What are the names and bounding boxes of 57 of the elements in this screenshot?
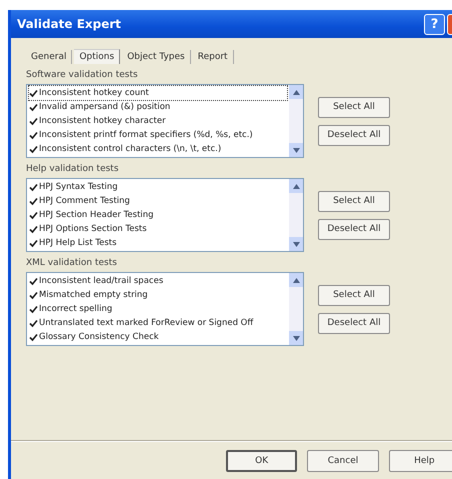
deselect-all-button[interactable]: Deselect All	[318, 312, 390, 334]
checkbox[interactable]	[29, 102, 38, 112]
item-label[interactable]: Inconsistent control characters (\n, \t, etc.)	[39, 144, 222, 154]
cancel-button[interactable]: Cancel	[307, 450, 379, 472]
select-all-button[interactable]: Select All	[318, 284, 390, 306]
tab[interactable]: General	[26, 50, 72, 64]
scrollbar[interactable]	[289, 85, 303, 157]
checkbox[interactable]	[29, 210, 38, 220]
scrollbar[interactable]	[289, 273, 303, 345]
group-label: XML validation tests	[26, 258, 118, 268]
select-all-button[interactable]: Select All	[318, 96, 390, 118]
item-label[interactable]: HPJ Help List Tests	[39, 238, 117, 248]
group-label: Software validation tests	[26, 70, 139, 80]
tab[interactable]: Options	[74, 49, 120, 64]
item-label[interactable]: Glossary Consistency Check	[39, 332, 159, 342]
checkbox[interactable]	[29, 276, 38, 286]
item-label[interactable]: Inconsistent lead/trail spaces	[39, 276, 164, 286]
checkbox[interactable]	[29, 224, 38, 234]
deselect-all-button[interactable]: Deselect All	[318, 218, 390, 240]
deselect-all-button[interactable]: Deselect All	[318, 124, 390, 146]
help-button[interactable]: Help	[388, 450, 452, 472]
scroll-down-icon[interactable]	[289, 237, 303, 251]
group-label: Help validation tests	[26, 164, 120, 174]
checkbox[interactable]	[29, 304, 38, 314]
item-label[interactable]: HPJ Options Section Tests	[39, 224, 147, 234]
checkbox[interactable]	[29, 332, 38, 342]
scrollbar[interactable]	[289, 179, 303, 251]
checkbox[interactable]	[29, 196, 38, 206]
checkbox[interactable]	[29, 88, 38, 98]
item-label[interactable]: Mismatched empty string	[39, 290, 148, 300]
item-label[interactable]: Inconsistent hotkey count	[39, 88, 149, 98]
scroll-down-icon[interactable]	[289, 331, 303, 345]
checkbox[interactable]	[29, 238, 38, 248]
item-label[interactable]: Inconsistent printf format specifiers (%d, %s, etc.)	[39, 130, 253, 140]
checkbox[interactable]	[29, 182, 38, 192]
select-all-button[interactable]: Select All	[318, 190, 390, 212]
checkbox[interactable]	[29, 290, 38, 300]
tab[interactable]: Report	[192, 50, 234, 64]
scroll-up-icon[interactable]	[289, 273, 303, 287]
help-button[interactable]: ?	[424, 14, 445, 34]
checkbox[interactable]	[29, 116, 38, 126]
scroll-down-icon[interactable]	[289, 143, 303, 157]
ok-button[interactable]: OK	[226, 450, 298, 472]
checkbox[interactable]	[29, 130, 38, 140]
item-label[interactable]: Untranslated text marked ForReview or Signed Off	[39, 318, 254, 328]
window-title: Validate Expert	[17, 17, 122, 31]
tab[interactable]: Object Types	[122, 50, 191, 64]
item-label[interactable]: Inconsistent hotkey character	[39, 116, 166, 126]
item-label[interactable]: Invalid ampersand (&) position	[39, 102, 170, 112]
item-label[interactable]: HPJ Comment Testing	[39, 196, 130, 206]
scroll-up-icon[interactable]	[289, 179, 303, 193]
checkbox[interactable]	[29, 144, 38, 154]
item-label[interactable]: Incorrect spelling	[39, 304, 112, 314]
item-label[interactable]: HPJ Syntax Testing	[39, 182, 118, 192]
scroll-up-icon[interactable]	[289, 85, 303, 99]
checkbox[interactable]	[29, 318, 38, 328]
item-label[interactable]: HPJ Section Header Testing	[39, 210, 154, 220]
